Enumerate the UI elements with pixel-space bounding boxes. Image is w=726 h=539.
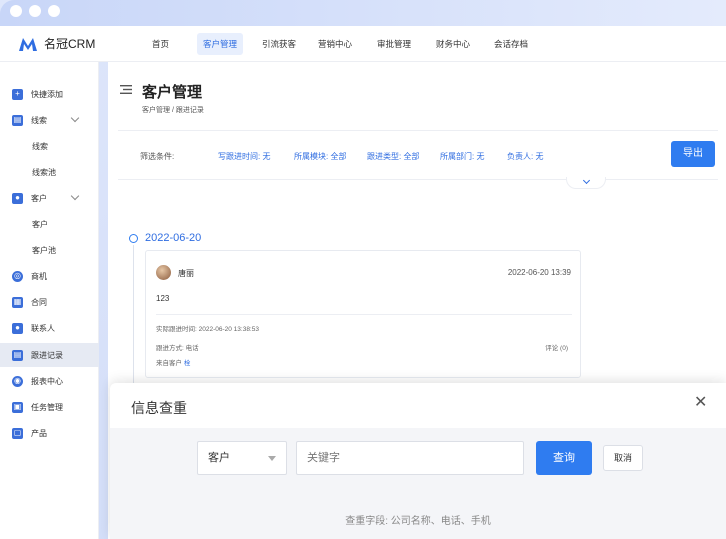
nav-lead-acquisition[interactable]: 引流获客 (256, 33, 302, 55)
record-time: 2022-06-20 13:39 (507, 268, 571, 277)
filter-label: 筛选条件: (140, 152, 175, 161)
breadcrumb: 客户管理 / 跟进记录 (142, 107, 204, 114)
caret-down-icon (268, 456, 276, 461)
followup-icon: ▤ (12, 349, 23, 361)
filter-followup-type[interactable]: 跟进类型: 全部 (367, 151, 419, 162)
page-title: 客户管理 (142, 84, 203, 101)
sidebar-item-customers[interactable]: ● 客户 (0, 186, 99, 210)
nav-marketing-center[interactable]: 营销中心 (312, 33, 358, 55)
sidebar-item-label: 线索池 (32, 167, 56, 177)
chevron-down-icon (70, 113, 80, 123)
sidebar-item-clues[interactable]: ▤ 线索 (0, 108, 99, 132)
divider (156, 314, 572, 315)
logo-mark-icon (19, 37, 37, 51)
sidebar-item-clue-pool[interactable]: 线索池 (0, 160, 99, 184)
dialog-body: 客户 查询 取消 查重字段: 公司名称、电话、手机 (110, 428, 726, 539)
contacts-icon: ● (12, 322, 23, 334)
sidebar-item-label: 客户 (32, 219, 48, 229)
app-name: 名冠CRM (44, 37, 96, 51)
clue-icon: ▤ (12, 114, 23, 126)
filter-panel: 筛选条件: 写跟进时间: 无 所属模块: 全部 跟进类型: 全部 所属部门: 无… (118, 130, 718, 180)
sidebar-item-report-center[interactable]: ◉ 报表中心 (0, 369, 99, 393)
nav-customer-management[interactable]: 客户管理 (197, 33, 244, 55)
sidebar-item-label: 客户 (31, 193, 47, 203)
sidebar-item-label: 快捷添加 (31, 89, 63, 99)
sidebar-item-label: 客户池 (32, 245, 56, 255)
sidebar-item-label: 产品 (31, 428, 47, 438)
filter-followup-time[interactable]: 写跟进时间: 无 (218, 151, 270, 162)
title-bar (0, 0, 726, 26)
sidebar-item-contacts[interactable]: ● 联系人 (0, 316, 99, 340)
sidebar-item-products[interactable]: ▢ 产品 (0, 421, 99, 445)
task-icon: ▣ (12, 401, 23, 413)
sidebar-item-label: 任务管理 (31, 402, 63, 412)
sidebar-item-label: 跟进记录 (31, 350, 63, 360)
filter-collapse-toggle[interactable] (566, 176, 606, 189)
cancel-button[interactable]: 取消 (603, 445, 643, 471)
page-header: 客户管理 客户管理 / 跟进记录 (108, 62, 726, 128)
contract-icon: ▦ (12, 296, 23, 308)
record-method: 跟进方式: 电话 (156, 345, 199, 352)
close-icon[interactable]: ✕ (694, 395, 707, 411)
nav-home[interactable]: 首页 (146, 33, 175, 55)
window-close-dot[interactable] (10, 5, 22, 17)
sidebar: + 快捷添加 ▤ 线索 线索 线索池 ● 客户 客户 客户池 ◎ 商机 ▦ 合同… (0, 62, 99, 539)
record-source-link[interactable]: 栓 (184, 360, 191, 367)
filter-department[interactable]: 所属部门: 无 (440, 151, 484, 162)
sidebar-item-followup-records[interactable]: ▤ 跟进记录 (0, 343, 99, 367)
nav-finance-center[interactable]: 财务中心 (430, 33, 476, 55)
avatar[interactable] (156, 265, 171, 280)
filter-module[interactable]: 所属模块: 全部 (294, 151, 346, 162)
sidebar-item-opportunities[interactable]: ◎ 商机 (0, 264, 99, 288)
query-button[interactable]: 查询 (536, 441, 592, 475)
record-author: 唐丽 (178, 269, 194, 278)
dialog-hint: 查重字段: 公司名称、电话、手机 (345, 516, 491, 527)
select-value: 客户 (208, 452, 230, 464)
sidebar-item-label: 商机 (31, 271, 47, 281)
window-maximize-dot[interactable] (48, 5, 60, 17)
sidebar-item-task-management[interactable]: ▣ 任务管理 (0, 395, 99, 419)
timeline-date: 2022-06-20 (145, 232, 202, 244)
timeline-dot (129, 234, 138, 243)
sidebar-item-label: 联系人 (31, 323, 55, 333)
chevron-down-icon (70, 191, 80, 201)
sidebar-item-label: 线索 (32, 141, 48, 151)
sidebar-item-quick-add[interactable]: + 快捷添加 (0, 82, 99, 106)
sidebar-item-contracts[interactable]: ▦ 合同 (0, 290, 99, 314)
product-icon: ▢ (12, 427, 23, 439)
timeline-line (133, 245, 134, 385)
customer-icon: ● (12, 192, 23, 204)
duplicate-check-dialog: 信息查重 ✕ 客户 查询 取消 查重字段: 公司名称、电话、手机 (110, 383, 726, 539)
sidebar-item-clue-list[interactable]: 线索 (0, 134, 99, 158)
dialog-title: 信息查重 (131, 400, 187, 416)
record-actual-time: 实际跟进时间: 2022-06-20 13:38:53 (156, 326, 259, 333)
filter-owner[interactable]: 负责人: 无 (507, 151, 543, 162)
sidebar-item-label: 合同 (31, 297, 47, 307)
sidebar-item-customer-list[interactable]: 客户 (0, 212, 99, 236)
chevron-down-icon (582, 176, 591, 185)
sidebar-item-label: 报表中心 (31, 376, 63, 386)
opportunity-icon: ◎ (12, 270, 23, 282)
followup-record-card: 唐丽 2022-06-20 13:39 123 实际跟进时间: 2022-06-… (145, 250, 581, 378)
nav-approval-management[interactable]: 审批管理 (371, 33, 417, 55)
nav-chat-archive[interactable]: 会话存档 (488, 33, 534, 55)
comment-link[interactable]: 评论 (0) (545, 342, 568, 352)
menu-toggle-icon[interactable] (120, 85, 132, 94)
export-button[interactable]: 导出 (671, 141, 715, 167)
record-source-label: 来自客户 (156, 360, 182, 367)
plus-icon: + (12, 88, 23, 100)
keyword-input[interactable] (296, 441, 524, 475)
window-minimize-dot[interactable] (29, 5, 41, 17)
record-source: 来自客户 栓 (156, 357, 190, 367)
top-navigation: 名冠CRM 首页 客户管理 引流获客 营销中心 审批管理 财务中心 会话存档 (0, 26, 726, 62)
app-window: 名冠CRM 首页 客户管理 引流获客 营销中心 审批管理 财务中心 会话存档 +… (0, 0, 726, 539)
record-content: 123 (156, 294, 170, 303)
sidebar-item-label: 线索 (31, 115, 47, 125)
app-logo[interactable]: 名冠CRM (18, 35, 95, 52)
sidebar-item-customer-pool[interactable]: 客户池 (0, 238, 99, 262)
entity-type-select[interactable]: 客户 (197, 441, 287, 475)
report-icon: ◉ (12, 375, 23, 387)
